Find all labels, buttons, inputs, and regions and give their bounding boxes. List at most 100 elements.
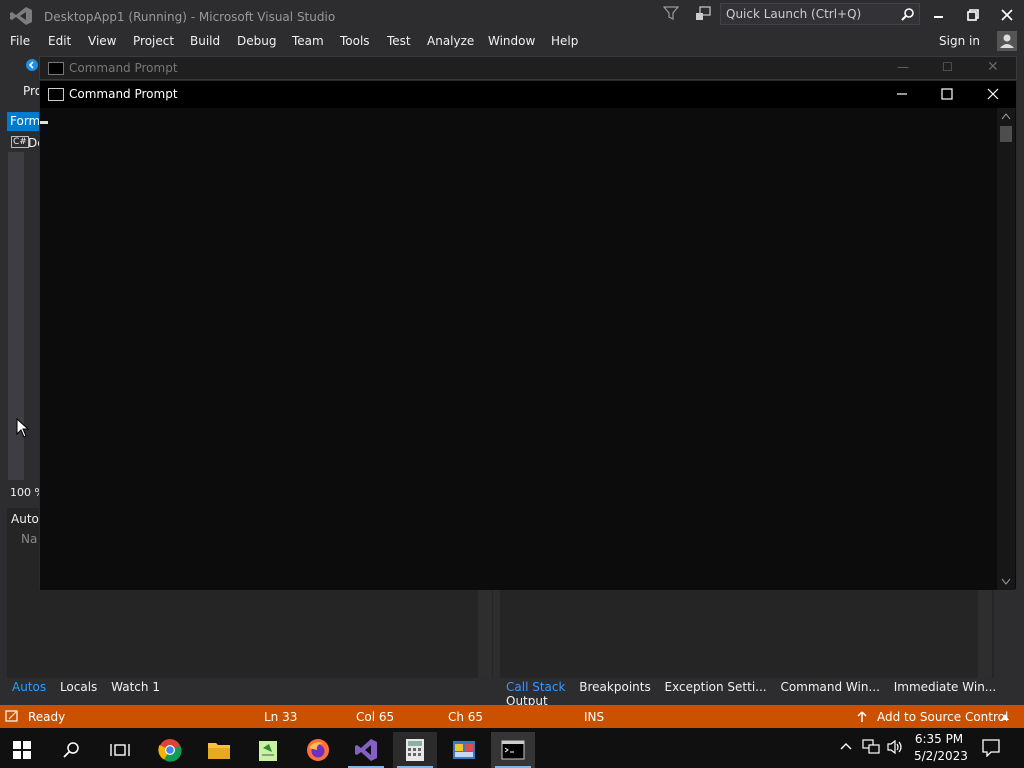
menu-build[interactable]: Build	[190, 34, 220, 48]
notification-center-icon[interactable]	[982, 739, 1000, 757]
menu-test[interactable]: Test	[387, 34, 411, 48]
navigate-back-icon[interactable]	[25, 58, 39, 72]
status-line: Ln 33	[264, 710, 298, 724]
feedback-icon[interactable]	[694, 5, 712, 23]
menu-project[interactable]: Project	[133, 34, 174, 48]
tab-command-window[interactable]: Command Win...	[780, 680, 879, 694]
taskbar-visual-studio[interactable]	[344, 732, 388, 768]
form-designer-tab[interactable]: Form	[7, 112, 40, 131]
task-view-icon	[110, 744, 130, 756]
network-icon[interactable]	[862, 739, 880, 755]
status-text: Ready	[28, 710, 66, 724]
cmd-close-button[interactable]	[986, 87, 1000, 104]
taskbar-clock[interactable]: 6:35 PM 5/2/2023	[914, 731, 968, 765]
minimize-icon	[897, 93, 907, 95]
cmd-maximize-button[interactable]	[940, 87, 954, 104]
command-prompt-window[interactable]: Command Prompt	[39, 80, 1017, 590]
tab-breakpoints[interactable]: Breakpoints	[579, 680, 650, 694]
menu-file[interactable]: File	[10, 34, 30, 48]
console-scrollbar[interactable]	[997, 108, 1015, 590]
menu-tools[interactable]: Tools	[340, 34, 370, 48]
show-hidden-icons-icon[interactable]	[840, 742, 852, 750]
call-stack-scrollbar[interactable]	[978, 590, 992, 678]
taskbar-search-button[interactable]	[50, 732, 94, 768]
menu-debug[interactable]: Debug	[237, 34, 276, 48]
status-ready-icon	[5, 710, 18, 722]
tab-exception-settings[interactable]: Exception Setti...	[665, 680, 767, 694]
background-minimize-icon[interactable]: —	[897, 60, 909, 74]
command-prompt-title: Command Prompt	[69, 87, 178, 101]
account-icon[interactable]	[997, 31, 1017, 51]
chrome-icon	[158, 739, 182, 762]
minimize-button[interactable]	[922, 2, 956, 28]
volume-icon[interactable]	[886, 739, 904, 755]
menu-window[interactable]: Window	[488, 34, 535, 48]
background-maximize-icon[interactable]: ☐	[942, 60, 953, 74]
menu-view[interactable]: View	[88, 34, 116, 48]
status-char: Ch 65	[448, 710, 484, 724]
tab-autos[interactable]: Autos	[12, 680, 46, 694]
file-explorer-icon	[208, 743, 230, 759]
user-icon	[1000, 34, 1014, 48]
menu-team[interactable]: Team	[292, 34, 324, 48]
task-view-button[interactable]	[98, 732, 142, 768]
menu-bar: File Edit View Project Build Debug Team …	[0, 30, 1024, 52]
background-window-title: Command Prompt	[69, 61, 178, 75]
taskbar-control-panel[interactable]	[442, 732, 486, 768]
menu-analyze[interactable]: Analyze	[427, 34, 474, 48]
command-prompt-icon	[501, 740, 525, 760]
scroll-up-icon[interactable]	[1001, 112, 1011, 120]
tab-watch-1[interactable]: Watch 1	[111, 680, 160, 694]
taskbar-command-prompt[interactable]	[491, 732, 535, 768]
close-icon	[1001, 9, 1013, 21]
notepad-plus-icon	[259, 741, 277, 761]
command-prompt-icon	[48, 88, 64, 101]
cmd-minimize-button[interactable]	[895, 87, 909, 104]
taskbar-calculator[interactable]	[393, 732, 437, 768]
visual-studio-icon	[355, 739, 377, 761]
clock-time: 6:35 PM	[914, 732, 964, 746]
scroll-down-icon[interactable]	[1001, 578, 1011, 586]
windows-taskbar	[0, 728, 1024, 768]
search-icon[interactable]	[901, 7, 915, 21]
taskbar-firefox[interactable]	[296, 732, 340, 768]
taskbar-file-explorer[interactable]	[197, 732, 241, 768]
restore-button[interactable]	[956, 2, 990, 28]
status-insert-mode: INS	[584, 710, 605, 724]
status-bar: Ready Ln 33 Col 65 Ch 65 INS Add to Sour…	[0, 705, 1024, 728]
quick-launch-placeholder: Quick Launch (Ctrl+Q)	[726, 7, 862, 21]
debug-tabs-left: Autos Locals Watch 1	[12, 680, 170, 698]
command-prompt-window-background[interactable]: Command Prompt — ☐ ✕	[39, 56, 1017, 80]
command-prompt-title-bar[interactable]: Command Prompt	[40, 81, 1016, 108]
firefox-icon	[307, 739, 329, 761]
menu-help[interactable]: Help	[551, 34, 578, 48]
autos-scrollbar[interactable]	[478, 590, 492, 678]
taskbar-notepad-plus[interactable]	[246, 732, 290, 768]
call-stack-panel	[500, 590, 994, 678]
search-icon	[63, 742, 79, 758]
tab-call-stack[interactable]: Call Stack	[506, 680, 565, 694]
taskbar-chrome[interactable]	[148, 732, 192, 768]
add-to-source-control-button[interactable]: Add to Source Control	[877, 710, 1008, 724]
close-button[interactable]	[990, 2, 1024, 28]
maximize-icon	[941, 88, 953, 100]
tab-locals[interactable]: Locals	[60, 680, 97, 694]
quick-launch-input[interactable]: Quick Launch (Ctrl+Q)	[720, 3, 920, 25]
tab-immediate-window[interactable]: Immediate Win...	[894, 680, 997, 694]
background-close-icon[interactable]: ✕	[987, 59, 999, 75]
minimize-icon	[934, 16, 943, 18]
close-icon	[987, 88, 999, 100]
start-button[interactable]	[0, 732, 44, 768]
control-panel-icon	[453, 741, 475, 759]
status-column: Col 65	[356, 710, 395, 724]
console-output-area[interactable]	[40, 108, 998, 590]
console-scroll-thumb[interactable]	[1000, 126, 1012, 142]
clock-date: 5/2/2023	[914, 749, 968, 763]
restore-icon	[967, 9, 979, 21]
calculator-icon	[406, 739, 424, 761]
menu-edit[interactable]: Edit	[48, 34, 71, 48]
sign-in-link[interactable]: Sign in	[939, 34, 980, 48]
windows-start-icon	[13, 741, 31, 759]
name-column-header: Na	[21, 532, 38, 546]
notification-filter-icon[interactable]	[663, 5, 679, 21]
